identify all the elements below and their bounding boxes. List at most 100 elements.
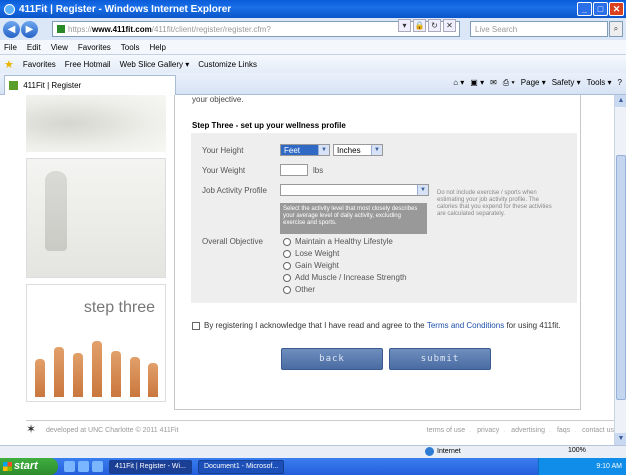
mail-icon[interactable]: ✉: [490, 78, 497, 88]
terms-checkbox[interactable]: [192, 321, 200, 330]
refresh-icon[interactable]: ↻: [428, 19, 441, 32]
window-titlebar: 411Fit | Register - Windows Internet Exp…: [0, 0, 626, 18]
decorative-image-top: [26, 95, 166, 152]
objective-text: Add Muscle / Increase Strength: [295, 273, 407, 282]
radio-circle: [283, 249, 291, 258]
footer-link-faqs[interactable]: faqs: [557, 427, 570, 434]
scroll-thumb[interactable]: [616, 155, 626, 400]
favorites-star-icon[interactable]: ★: [4, 58, 14, 71]
stop-icon[interactable]: ✕: [443, 19, 456, 32]
status-bar: Internet 100%: [0, 445, 626, 458]
menu-edit[interactable]: Edit: [27, 43, 41, 52]
print-icon[interactable]: ⎙ ▾: [503, 78, 515, 88]
height-inches-select[interactable]: Inches ▼: [333, 144, 383, 156]
scroll-up-icon[interactable]: ▲: [615, 95, 626, 107]
hand-shape: [73, 353, 84, 397]
media-quicklaunch-icon[interactable]: [92, 461, 103, 472]
minimize-button[interactable]: _: [577, 2, 592, 16]
weight-input[interactable]: [280, 164, 308, 176]
separator: .: [549, 427, 551, 434]
inches-value: Inches: [337, 146, 361, 155]
objective-option-lose[interactable]: Lose Weight: [283, 249, 339, 258]
job-activity-select[interactable]: ▼: [280, 184, 429, 196]
hand-shape: [148, 363, 159, 397]
tab-bar: 411Fit | Register ⌂ ▾ ▣ ▾ ✉ ⎙ ▾ Page ▾ S…: [0, 73, 626, 95]
fav-hotmail[interactable]: Free Hotmail: [65, 60, 111, 69]
url-path: /411fit/client/register/register.cfm?: [151, 24, 271, 34]
dropdown-icon[interactable]: ▾: [398, 19, 411, 32]
objective-option-gain[interactable]: Gain Weight: [283, 261, 339, 270]
objective-option-maintain[interactable]: Maintain a Healthy Lifestyle: [283, 237, 393, 246]
page-menu[interactable]: Page ▾: [521, 78, 546, 88]
height-feet-select[interactable]: Feet ▼: [280, 144, 330, 156]
address-toolbar: ◀ ▶ https:// www.411fit.com /411fit/clie…: [0, 18, 626, 40]
objective-option-other[interactable]: Other: [283, 285, 315, 294]
submit-button[interactable]: submit: [389, 348, 491, 370]
page-icon: [57, 25, 65, 33]
favorites-bar: ★ Favorites Free Hotmail Web Slice Galle…: [0, 55, 626, 73]
weight-label: Your Weight: [202, 166, 246, 175]
system-tray: 9:10 AM: [538, 458, 626, 475]
maximize-button[interactable]: □: [593, 2, 608, 16]
menu-file[interactable]: File: [4, 43, 17, 52]
footer-link-privacy[interactable]: privacy: [477, 427, 499, 434]
tab-411fit-register[interactable]: 411Fit | Register: [4, 75, 176, 95]
search-icon[interactable]: ⌕: [609, 21, 623, 37]
vertical-scrollbar[interactable]: ▲ ▼: [614, 95, 626, 445]
runner-image: [26, 158, 166, 278]
url-domain: www.411fit.com: [92, 24, 152, 34]
thumbs-up-image: [31, 335, 163, 397]
chevron-down-icon: ▼: [318, 145, 329, 155]
taskbar-item-ie[interactable]: 411Fit | Register - Wi...: [109, 459, 192, 474]
start-button[interactable]: start: [0, 458, 58, 475]
security-zone: Internet: [425, 447, 461, 456]
globe-icon: [425, 447, 434, 456]
safety-menu[interactable]: Safety ▾: [552, 78, 581, 88]
taskbar-item-word[interactable]: Document1 - Microsof...: [197, 459, 285, 474]
hand-shape: [110, 351, 121, 397]
menu-tools[interactable]: Tools: [121, 43, 140, 52]
step-three-label: step three: [83, 299, 155, 316]
feet-value: Feet: [284, 146, 301, 155]
ie-quicklaunch-icon[interactable]: [64, 461, 75, 472]
ie-logo-icon: [4, 3, 15, 15]
back-button[interactable]: back: [281, 348, 383, 370]
footer-link-terms[interactable]: terms of use: [427, 427, 466, 434]
menu-help[interactable]: Help: [149, 43, 165, 52]
tools-menu[interactable]: Tools ▾: [587, 78, 612, 88]
window-title: 411Fit | Register - Windows Internet Exp…: [19, 3, 232, 15]
height-label: Your Height: [202, 146, 244, 155]
forward-arrow-icon[interactable]: ▶: [21, 20, 38, 38]
zoom-level[interactable]: 100%: [568, 447, 586, 454]
search-input[interactable]: Live Search: [470, 21, 608, 37]
footer-link-contact[interactable]: contact us: [582, 427, 614, 434]
help-icon[interactable]: ?: [618, 78, 622, 88]
objective-label: Overall Objective: [202, 237, 263, 246]
411fit-logo-icon: [26, 422, 40, 437]
separator: .: [574, 427, 577, 434]
radio-circle: [283, 237, 291, 246]
objective-text: Lose Weight: [295, 249, 340, 258]
fav-web-slice[interactable]: Web Slice Gallery ▾: [120, 60, 190, 69]
cut-off-text: your objective.: [192, 95, 244, 104]
close-button[interactable]: ✕: [609, 2, 624, 16]
feeds-icon[interactable]: ▣ ▾: [470, 78, 484, 88]
back-arrow-icon[interactable]: ◀: [3, 20, 20, 38]
favorites-button[interactable]: Favorites: [23, 60, 56, 69]
menu-view[interactable]: View: [51, 43, 68, 52]
menu-favorites[interactable]: Favorites: [78, 43, 111, 52]
tab-label: 411Fit | Register: [23, 81, 82, 90]
lock-icon[interactable]: 🔒: [413, 19, 426, 32]
objective-text: Other: [295, 285, 316, 294]
clock: 9:10 AM: [596, 463, 622, 470]
radio-circle: [283, 285, 291, 294]
home-icon[interactable]: ⌂ ▾: [453, 78, 464, 88]
objective-option-muscle[interactable]: Add Muscle / Increase Strength: [283, 273, 407, 282]
radio-circle: [283, 261, 291, 270]
scroll-down-icon[interactable]: ▼: [615, 433, 626, 445]
fav-customize-links[interactable]: Customize Links: [198, 60, 257, 69]
footer-link-advertising[interactable]: advertising: [511, 427, 545, 434]
outlook-quicklaunch-icon[interactable]: [78, 461, 89, 472]
step-heading: Step Three - set up your wellness profil…: [192, 121, 346, 130]
terms-link[interactable]: Terms and Conditions: [427, 321, 504, 330]
